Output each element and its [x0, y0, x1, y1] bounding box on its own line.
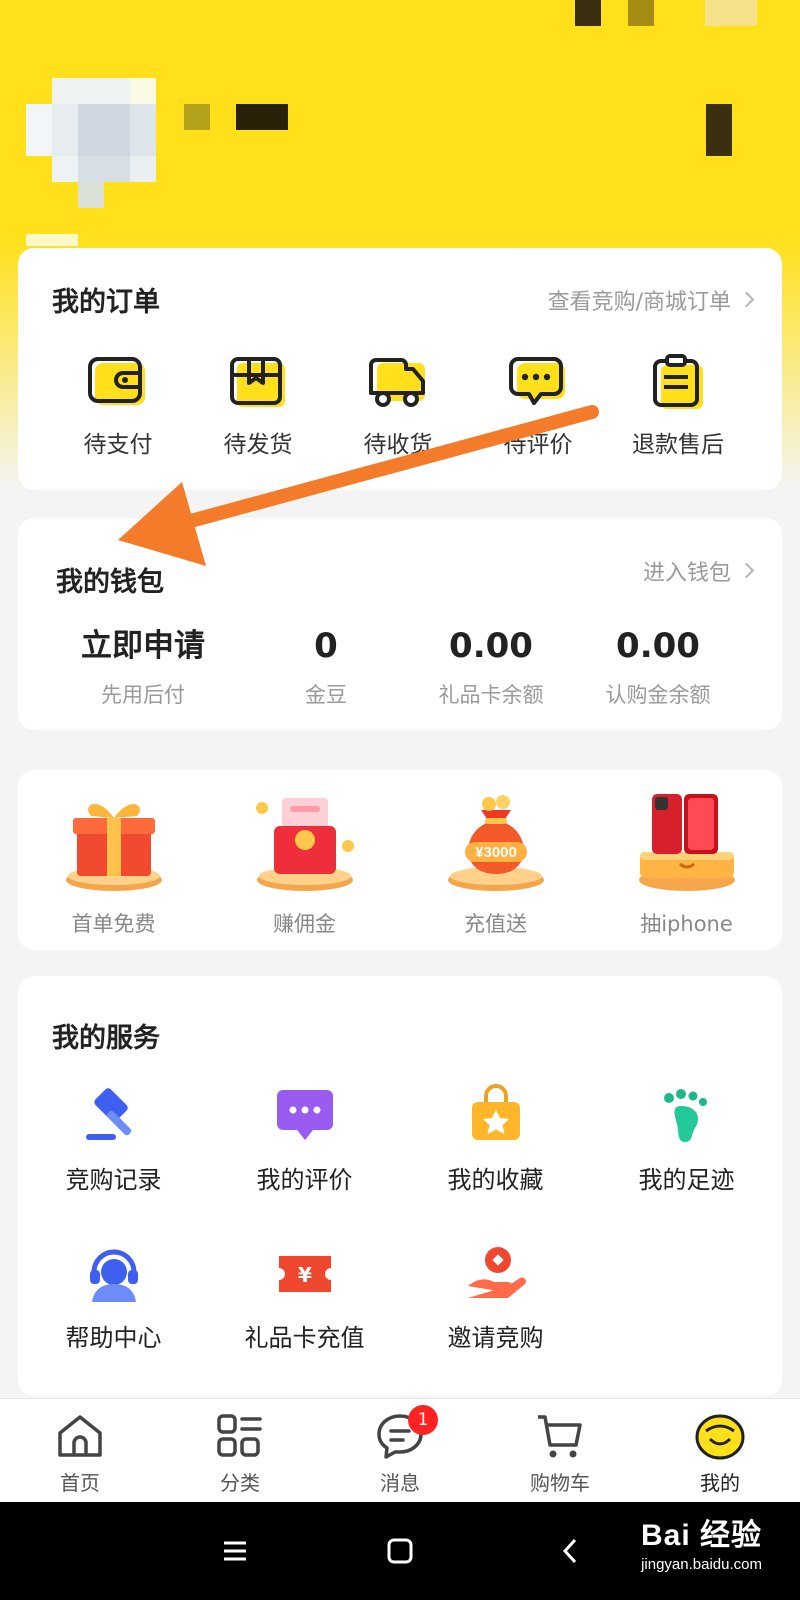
- promo-recharge-bonus[interactable]: ¥3000 充值送: [400, 790, 591, 938]
- square-icon: [387, 1538, 413, 1564]
- service-invite-bidding[interactable]: 邀请竞购: [400, 1242, 591, 1400]
- services-grid: 竞购记录 我的评价 我的收藏 我的足迹 帮助中心 ¥ 礼品卡充值 邀请竞购: [18, 1084, 782, 1400]
- unread-badge: 1: [408, 1405, 438, 1435]
- orders-card: 我的订单 查看竞购/商城订单 待支付 待发货 待收货 待评价 退款售后: [18, 248, 782, 490]
- order-pending-receipt[interactable]: 待收货: [328, 353, 468, 459]
- truck-icon: [369, 358, 425, 407]
- service-my-favorites[interactable]: 我的收藏: [400, 1084, 591, 1242]
- gold-beans-stat[interactable]: 0 金豆: [268, 623, 384, 709]
- services-title: 我的服务: [52, 1023, 160, 1054]
- tab-cart[interactable]: 购物车: [480, 1399, 640, 1502]
- view-orders-link[interactable]: 查看竞购/商城订单: [548, 284, 755, 316]
- back-button[interactable]: [530, 1502, 610, 1600]
- menu-button[interactable]: [195, 1502, 275, 1600]
- home-icon: [58, 1415, 102, 1457]
- tab-home[interactable]: 首页: [0, 1399, 160, 1502]
- gift-card-balance-stat[interactable]: 0.00 礼品卡余额: [384, 623, 598, 709]
- money-bag-icon: ¥3000: [447, 795, 544, 891]
- avatar[interactable]: [26, 78, 158, 208]
- enter-wallet-link[interactable]: 进入钱包: [643, 555, 755, 587]
- order-status-row: 待支付 待发货 待收货 待评价 退款售后: [18, 353, 782, 459]
- home-nav-button[interactable]: [360, 1502, 440, 1600]
- service-bid-records[interactable]: 竞购记录: [18, 1084, 209, 1242]
- service-my-footprints[interactable]: 我的足迹: [591, 1084, 782, 1242]
- order-refund-aftersale[interactable]: 退款售后: [608, 353, 748, 459]
- status-bar-pixel: [628, 0, 654, 26]
- header-sliver: [26, 234, 78, 246]
- menu-icon: [224, 1541, 246, 1561]
- svg-text:¥: ¥: [298, 1263, 312, 1287]
- comment-icon: [509, 357, 565, 405]
- star-bag-icon: [471, 1084, 520, 1140]
- subscription-balance-stat[interactable]: 0.00 认购金余额: [598, 623, 718, 709]
- status-bar-pixel: [575, 0, 601, 26]
- services-card: 我的服务 竞购记录 我的评价 我的收藏 我的足迹 帮助中心 ¥ 礼品卡充值 邀请…: [18, 976, 782, 1396]
- promo-draw-iphone[interactable]: 抽iphone: [591, 790, 782, 938]
- ticket-icon: ¥: [278, 1256, 331, 1292]
- footprint-icon: [663, 1089, 707, 1142]
- order-pending-review[interactable]: 待评价: [468, 353, 608, 459]
- orders-title: 我的订单: [52, 287, 160, 318]
- category-icon: [217, 1414, 262, 1457]
- svg-text:¥3000: ¥3000: [475, 844, 517, 861]
- clipboard-icon: [653, 354, 703, 409]
- chevron-right-icon: [738, 291, 755, 308]
- settings-pixel[interactable]: [706, 104, 732, 156]
- order-pending-shipment[interactable]: 待发货: [188, 353, 328, 459]
- wallet-card: 我的钱包 进入钱包 立即申请 先用后付 0 金豆 0.00 礼品卡余额 0.00…: [18, 518, 782, 730]
- package-icon: [230, 357, 285, 407]
- gift-box-icon: [65, 804, 162, 891]
- promo-earn-commission[interactable]: 赚佣金: [209, 790, 400, 938]
- service-my-reviews[interactable]: 我的评价: [209, 1084, 400, 1242]
- mascot-icon: [695, 1414, 745, 1460]
- wallet-icon: [88, 357, 145, 405]
- baidu-watermark: Bai 经验 jingyan.baidu.com: [640, 1519, 762, 1573]
- gavel-icon: [85, 1088, 131, 1140]
- pay-later-stat[interactable]: 立即申请 先用后付: [18, 623, 268, 709]
- tab-category[interactable]: 分类: [160, 1399, 320, 1502]
- back-chevron-icon: [562, 1538, 577, 1564]
- chat-bubble-icon: [276, 1090, 333, 1140]
- username-pixel: [236, 104, 288, 130]
- hand-coin-icon: [467, 1247, 526, 1298]
- promo-row: 首单免费 赚佣金 ¥3000 充值送 抽iphone: [18, 790, 782, 938]
- red-envelope-icon: [255, 798, 354, 891]
- service-help-center[interactable]: 帮助中心: [18, 1242, 209, 1400]
- order-pending-payment[interactable]: 待支付: [48, 353, 188, 459]
- bottom-tab-bar: 首页 分类 消息 1 购物车 我的: [0, 1398, 800, 1502]
- cart-icon: [538, 1415, 582, 1458]
- iphone-icon: [638, 794, 735, 891]
- service-gift-card-recharge[interactable]: ¥ 礼品卡充值: [209, 1242, 400, 1400]
- promo-card: 首单免费 赚佣金 ¥3000 充值送 抽iphone: [18, 770, 782, 950]
- tab-messages[interactable]: 消息 1: [320, 1399, 480, 1502]
- status-bar-pixel: [705, 0, 757, 26]
- wallet-stats: 立即申请 先用后付 0 金豆 0.00 礼品卡余额 0.00 认购金余额: [18, 623, 782, 709]
- support-agent-icon: [89, 1249, 138, 1302]
- tab-me[interactable]: 我的: [640, 1399, 800, 1502]
- wallet-title: 我的钱包: [56, 567, 164, 598]
- username-pixel: [184, 104, 210, 130]
- promo-first-order-free[interactable]: 首单免费: [18, 790, 209, 938]
- chevron-right-icon: [738, 562, 755, 579]
